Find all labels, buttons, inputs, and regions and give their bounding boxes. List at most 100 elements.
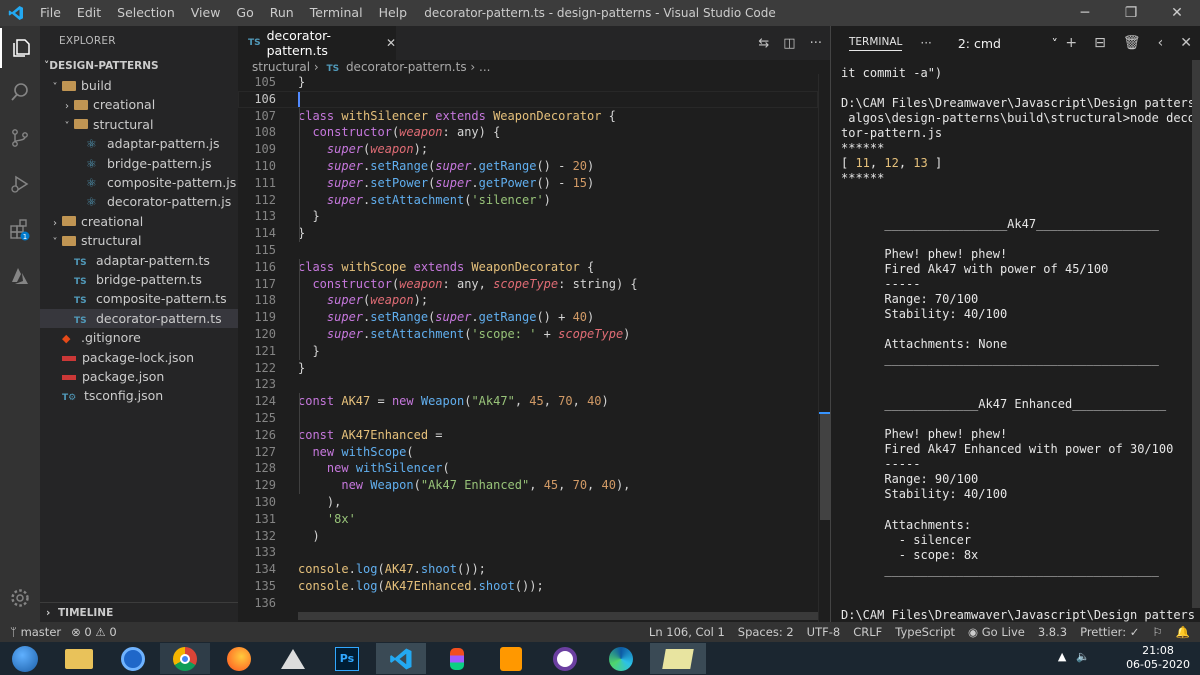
tab-decorator-pattern[interactable]: TS decorator-pattern.ts ✕: [238, 26, 396, 60]
prettier-status[interactable]: Prettier: ✓: [1080, 622, 1139, 642]
horizontal-scrollbar[interactable]: [298, 612, 818, 620]
menu-terminal[interactable]: Terminal: [302, 0, 371, 26]
tree-item[interactable]: TS composite-pattern.ts: [40, 289, 238, 308]
code-line: super.setRange(super.getRange() + 40): [298, 309, 594, 326]
feedback-icon[interactable]: ⚐: [1152, 622, 1162, 642]
extensions-icon[interactable]: 1: [0, 210, 40, 250]
menu-file[interactable]: File: [32, 0, 69, 26]
breadcrumb-symbol[interactable]: ...: [479, 60, 490, 74]
tree-item-label: bridge-pattern.js: [107, 155, 212, 171]
breadcrumb-folder[interactable]: structural: [252, 60, 310, 74]
line-ending[interactable]: CRLF: [853, 622, 882, 642]
more-actions-icon[interactable]: ···: [810, 36, 822, 51]
code-token: AK47Enhanced: [341, 427, 429, 442]
tree-item[interactable]: › creational: [40, 212, 238, 231]
terminal-shell-select[interactable]: 2: cmd ˅: [958, 36, 1058, 51]
restore-button[interactable]: ❐: [1108, 0, 1154, 26]
close-window-button[interactable]: ✕: [1154, 0, 1200, 26]
scroll-thumb[interactable]: [820, 414, 830, 520]
taskbar-photoshop[interactable]: Ps: [322, 643, 372, 674]
taskbar-clock[interactable]: 21:08 06-05-2020: [1126, 644, 1190, 672]
search-icon[interactable]: [0, 72, 40, 112]
chevron-left-icon[interactable]: ‹: [1158, 35, 1164, 51]
more-panels-icon[interactable]: ···: [920, 36, 931, 50]
code-editor[interactable]: 105} 106 107 class withSilencer extends Wea…: [238, 74, 830, 622]
tree-item[interactable]: › creational: [40, 95, 238, 114]
terminal-line: _____________Ak47 Enhanced_____________: [841, 397, 1167, 412]
indentation[interactable]: Spaces: 2: [738, 622, 794, 642]
tree-item[interactable]: package.json: [40, 367, 238, 386]
clock-date: 06-05-2020: [1126, 658, 1190, 671]
taskbar-sublime[interactable]: [486, 643, 536, 674]
close-panel-icon[interactable]: ✕: [1180, 35, 1192, 51]
problems-status[interactable]: ⊗ 0 ⚠ 0: [71, 622, 117, 642]
code-token: .: [413, 562, 421, 577]
minimize-button[interactable]: ─: [1062, 0, 1108, 26]
split-editor-icon[interactable]: ◫: [783, 36, 795, 51]
explorer-icon[interactable]: [0, 28, 40, 68]
edge-icon: [609, 646, 633, 671]
taskbar-edge[interactable]: [596, 643, 646, 674]
tree-item[interactable]: ˅ structural: [40, 115, 238, 134]
code-line: new withSilencer(: [298, 460, 450, 477]
tree-item[interactable]: T⚙ tsconfig.json: [40, 386, 238, 405]
settings-gear-icon[interactable]: [0, 578, 40, 618]
open-changes-icon[interactable]: ⇆: [758, 36, 769, 51]
run-debug-icon[interactable]: [0, 164, 40, 204]
tree-item[interactable]: ◆ .gitignore: [40, 328, 238, 347]
taskbar-firefox[interactable]: [214, 643, 264, 674]
tree-item[interactable]: ˅ structural: [40, 231, 238, 250]
terminal-scrollbar[interactable]: [1192, 60, 1200, 608]
source-control-icon[interactable]: [0, 118, 40, 158]
azure-icon[interactable]: [0, 256, 40, 296]
taskbar-inkscape[interactable]: [268, 643, 318, 674]
tree-item[interactable]: TS decorator-pattern.ts: [40, 308, 238, 329]
menu-go[interactable]: Go: [228, 0, 261, 26]
code-token: new: [391, 394, 421, 409]
language-mode[interactable]: TypeScript: [895, 622, 955, 642]
taskbar-figma[interactable]: [432, 643, 482, 674]
terminal-output[interactable]: it commit -a") D:\CAM Files\Dreamwaver\Ja…: [830, 60, 1200, 637]
taskbar-app-circle[interactable]: [540, 643, 590, 674]
new-terminal-icon[interactable]: +: [1065, 35, 1077, 51]
terminal-line: Range: 70/100: [841, 291, 979, 306]
menu-help[interactable]: Help: [371, 0, 416, 26]
encoding[interactable]: UTF-8: [807, 622, 841, 642]
cursor-position[interactable]: Ln 106, Col 1: [649, 622, 725, 642]
go-live-button[interactable]: ◉ Go Live: [968, 622, 1025, 642]
volume-icon[interactable]: 🔈: [1076, 650, 1090, 663]
tab-terminal[interactable]: TERMINAL: [849, 36, 903, 51]
tree-item[interactable]: package-lock.json: [40, 348, 238, 367]
taskbar-chrome[interactable]: [160, 643, 210, 674]
menu-run[interactable]: Run: [262, 0, 302, 26]
ts-version[interactable]: 3.8.3: [1038, 622, 1067, 642]
trash-icon[interactable]: 🗑: [1123, 35, 1141, 51]
timeline-section[interactable]: › TIMELINE: [40, 602, 238, 622]
tree-item[interactable]: ⚛ decorator-pattern.js: [40, 192, 238, 211]
split-terminal-icon[interactable]: ⊟: [1094, 35, 1106, 51]
tree-item[interactable]: ⚛ composite-pattern.js: [40, 173, 238, 192]
taskbar-vscode[interactable]: [376, 643, 426, 674]
show-hidden-icons[interactable]: ▲: [1058, 650, 1066, 663]
tree-item[interactable]: TS adaptar-pattern.ts: [40, 251, 238, 270]
editor-scrollbar[interactable]: [818, 74, 831, 622]
notifications-bell-icon[interactable]: 🔔: [1176, 622, 1190, 642]
menu-view[interactable]: View: [183, 0, 229, 26]
start-button[interactable]: [0, 643, 50, 674]
menu-edit[interactable]: Edit: [69, 0, 109, 26]
menu-selection[interactable]: Selection: [109, 0, 183, 26]
breadcrumb-file[interactable]: decorator-pattern.ts: [346, 60, 467, 74]
tree-item[interactable]: TS bridge-pattern.ts: [40, 270, 238, 289]
taskbar-firefox-dev[interactable]: [108, 643, 158, 674]
workspace-section[interactable]: ˅DESIGN-PATTERNS: [40, 56, 238, 76]
close-tab-icon[interactable]: ✕: [386, 36, 396, 50]
tree-item[interactable]: ⚛ adaptar-pattern.js: [40, 134, 238, 153]
tree-item[interactable]: ⚛ bridge-pattern.js: [40, 154, 238, 173]
taskbar-snip[interactable]: [650, 643, 706, 674]
taskbar-file-explorer[interactable]: [54, 643, 104, 674]
branch-status[interactable]: ᛘ master: [10, 622, 61, 642]
tree-item[interactable]: ˅ build: [40, 76, 238, 95]
